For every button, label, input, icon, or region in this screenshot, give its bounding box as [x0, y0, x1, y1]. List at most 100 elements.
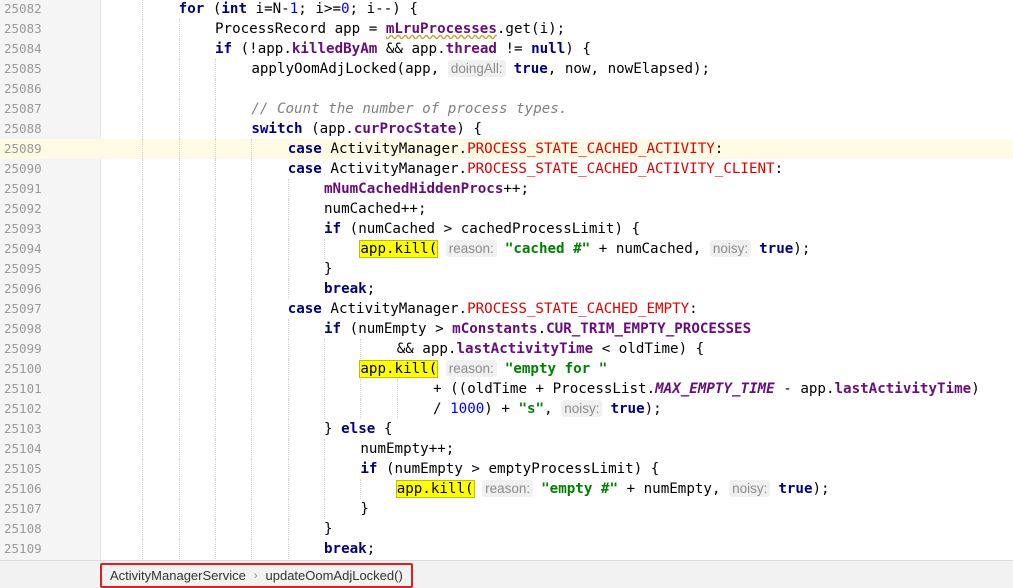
code-text: applyOomAdjLocked(app, doingAll: true, no…: [251, 59, 710, 79]
parameter-hint: reason:: [482, 480, 534, 497]
code-text: numCached++;: [324, 199, 427, 219]
code-line[interactable]: 25105 if (numEmpty > emptyProcessLimit) {: [0, 459, 1013, 479]
indent-guide: [360, 379, 362, 399]
indent-guide: [360, 339, 362, 359]
code-line[interactable]: 25095}: [0, 259, 1013, 279]
code-token: true: [759, 241, 794, 257]
code-text: numEmpty++;: [360, 439, 454, 459]
code-text: case ActivityManager.PROCESS_STATE_CACHE…: [288, 139, 724, 159]
indent-guide: [251, 339, 253, 359]
indent-guide: [251, 359, 253, 379]
indent-guide: [251, 499, 253, 519]
code-line[interactable]: 25088 switch (app.curProcState) {: [0, 119, 1013, 139]
code-line[interactable]: 25087 // Count the number of process type…: [0, 99, 1013, 119]
code-token: );: [812, 481, 830, 497]
chevron-right-icon: ›: [253, 569, 258, 582]
code-token: "empty #": [541, 481, 619, 497]
code-line[interactable]: 25085 applyOomAdjLocked(app, doingAll: tru…: [0, 59, 1013, 79]
indent-guide: [287, 219, 289, 239]
code-line[interactable]: 25101 + ((oldTime + ProcessList.MAX_EMPTY…: [0, 379, 1013, 399]
code-line[interactable]: 25089 case ActivityManager.PROCESS_STATE_…: [0, 139, 1013, 159]
code-text: && app.lastActivityTime < oldTime) {: [397, 339, 705, 359]
code-line[interactable]: 25100 app.kill( reason: "empty for ": [0, 359, 1013, 379]
indent-guide: [178, 199, 180, 219]
indent-guide: [178, 19, 180, 39]
code-line[interactable]: 25097 case ActivityManager.PROCESS_STATE_…: [0, 299, 1013, 319]
breadcrumb-method[interactable]: updateOomAdjLocked(): [266, 568, 403, 583]
indent-guide: [324, 439, 326, 459]
indent-guide: [287, 339, 289, 359]
line-number: 25099: [4, 341, 42, 356]
indent-guide: [251, 279, 253, 299]
indent-guide: [251, 139, 253, 159]
code-line[interactable]: 25084 if (!app.killedByAm && app.thread !…: [0, 39, 1013, 59]
code-token: for: [178, 1, 205, 17]
code-token: if: [360, 461, 378, 477]
code-line[interactable]: 25096 break;: [0, 279, 1013, 299]
code-editor[interactable]: 25082 for (int i=N-1; i>=0; i--) {25083 Pr…: [0, 0, 1013, 560]
line-number: 25093: [4, 221, 42, 236]
indent-guide: [142, 339, 144, 359]
code-token: lastActivityTime: [834, 381, 972, 397]
code-line[interactable]: 25086: [0, 79, 1013, 99]
code-line[interactable]: 25108}: [0, 519, 1013, 539]
code-token: null: [531, 41, 566, 57]
indent-guide: [215, 399, 216, 419]
indent-guide: [324, 339, 326, 359]
code-token: true: [778, 481, 813, 497]
indent-guide: [215, 99, 216, 119]
indent-guide: [142, 319, 144, 339]
breadcrumb-class[interactable]: ActivityManagerService: [110, 568, 246, 583]
code-text: mNumCachedHiddenProcs++;: [324, 179, 529, 199]
code-token: lastActivityTime: [456, 341, 594, 357]
code-line[interactable]: 25093 if (numCached > cachedProcessLimit)…: [0, 219, 1013, 239]
code-line[interactable]: 25090 case ActivityManager.PROCESS_STATE_…: [0, 159, 1013, 179]
code-token: numCached++;: [324, 201, 427, 217]
indent-guide: [142, 139, 144, 159]
indent-guide: [178, 99, 180, 119]
indent-guide: [215, 279, 216, 299]
indent-guide: [178, 419, 180, 439]
code-line[interactable]: 25103} else {: [0, 419, 1013, 439]
code-line[interactable]: 25083 ProcessRecord app = mLruProcesses.g…: [0, 19, 1013, 39]
code-line[interactable]: 25098 if (numEmpty > mConstants.CUR_TRIM_…: [0, 319, 1013, 339]
code-token: 1: [289, 1, 299, 17]
code-line[interactable]: 25092 numCached++;: [0, 199, 1013, 219]
code-line[interactable]: 25106 app.kill( reason: "empty #" + numEmp…: [0, 479, 1013, 499]
indent-guide: [142, 419, 144, 439]
code-line[interactable]: 25107}: [0, 499, 1013, 519]
code-line[interactable]: 25104 numEmpty++;: [0, 439, 1013, 459]
code-token: - app.: [774, 381, 835, 397]
indent-guide: [178, 319, 180, 339]
code-line[interactable]: 25094 app.kill( reason: "cached #" + numCa…: [0, 239, 1013, 259]
indent-guide: [142, 439, 144, 459]
code-line[interactable]: 25102 / 1000) + "s", noisy: true);: [0, 399, 1013, 419]
code-token: ;: [366, 541, 376, 557]
indent-guide: [178, 139, 180, 159]
indent-guide: [287, 459, 289, 479]
navigation-bar: ActivityManagerService › updateOomAdjLoc…: [0, 560, 1013, 588]
code-token: int: [221, 1, 248, 17]
code-token: curProcState: [353, 121, 457, 137]
indent-guide: [324, 459, 326, 479]
parameter-hint: noisy:: [709, 240, 752, 257]
indent-guide: [142, 119, 144, 139]
indent-guide: [142, 159, 144, 179]
code-line[interactable]: 25082 for (int i=N-1; i>=0; i--) {: [0, 0, 1013, 19]
indent-guide: [142, 219, 144, 239]
indent-guide: [251, 519, 253, 539]
indent-guide: [215, 419, 216, 439]
code-line[interactable]: 25099 && app.lastActivityTime < oldTime) …: [0, 339, 1013, 359]
code-text: for (int i=N-1; i>=0; i--) {: [179, 0, 418, 19]
code-line[interactable]: 25109 break;: [0, 539, 1013, 559]
code-line[interactable]: 25091 mNumCachedHiddenProcs++;: [0, 179, 1013, 199]
code-token: ActivityManager.: [321, 301, 468, 317]
indent-guide: [215, 159, 216, 179]
line-number: 25090: [4, 161, 42, 176]
code-token: ) {: [456, 121, 482, 137]
indent-guide: [287, 399, 289, 419]
indent-guide: [142, 479, 144, 499]
indent-guide: [287, 499, 289, 519]
code-token: true: [513, 61, 548, 77]
code-token: {: [375, 421, 393, 437]
